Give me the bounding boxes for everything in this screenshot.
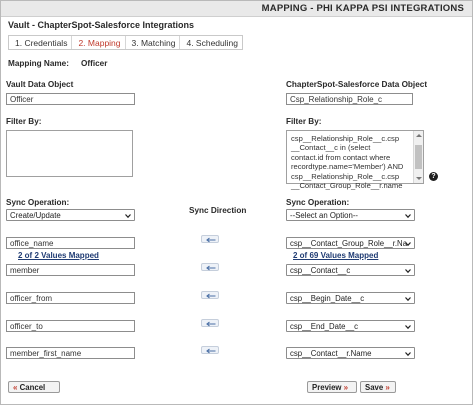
- salesforce-field-select[interactable]: csp__Contact_Group_Role__r.Na: [286, 237, 415, 249]
- arrow-left-icon: [206, 237, 216, 243]
- mapping-name-value: Officer: [81, 59, 108, 68]
- vault-field-input[interactable]: officer_to: [6, 320, 135, 332]
- cancel-button[interactable]: « Cancel: [8, 381, 60, 393]
- tab-credentials[interactable]: 1. Credentials: [9, 36, 73, 49]
- scroll-down-icon[interactable]: [416, 177, 422, 180]
- chevron-down-icon: [405, 325, 411, 330]
- arrow-left-icon: [206, 293, 216, 299]
- salesforce-data-object-label: ChapterSpot-Salesforce Data Object: [286, 80, 428, 89]
- salesforce-filter-text: csp__Relationship_Role__c.csp __Contact_…: [291, 134, 404, 191]
- save-label: Save: [365, 383, 384, 392]
- salesforce-sync-operation-label: Sync Operation:: [286, 198, 350, 207]
- sync-direction-button[interactable]: [201, 235, 219, 243]
- double-chevron-left-icon: «: [13, 383, 18, 392]
- vault-values-mapped-link[interactable]: 2 of 2 Values Mapped: [18, 251, 99, 260]
- chevron-down-icon: [405, 352, 411, 357]
- sync-direction-button[interactable]: [201, 346, 219, 354]
- arrow-left-icon: [206, 321, 216, 327]
- chevron-down-icon: [405, 269, 411, 274]
- vault-filter-label: Filter By:: [6, 117, 42, 126]
- tab-matching[interactable]: 3. Matching: [126, 36, 181, 49]
- save-button[interactable]: Save »: [360, 381, 396, 393]
- vault-field-input[interactable]: officer_from: [6, 292, 135, 304]
- sync-direction-button[interactable]: [201, 291, 219, 299]
- vault-field-input[interactable]: member: [6, 264, 135, 276]
- salesforce-sync-operation-select[interactable]: --Select an Option--: [286, 209, 415, 221]
- arrow-left-icon: [206, 348, 216, 354]
- salesforce-field-value: csp__Begin_Date__c: [290, 294, 365, 303]
- salesforce-data-object-field[interactable]: Csp_Relationship_Role_c: [286, 93, 413, 105]
- vault-field-input[interactable]: office_name: [6, 237, 135, 249]
- header-bar: MAPPING - PHI KAPPA PSI INTEGRATIONS: [1, 1, 472, 17]
- mapping-name-label: Mapping Name:: [8, 59, 69, 68]
- salesforce-field-value: csp__Contact_Group_Role__r.Na: [290, 239, 408, 248]
- double-chevron-right-icon: »: [343, 383, 349, 392]
- salesforce-field-select[interactable]: csp__Contact__r.Name: [286, 347, 415, 359]
- arrow-left-icon: [206, 265, 216, 271]
- double-chevron-right-icon: »: [385, 383, 390, 392]
- vault-field-input[interactable]: member_first_name: [6, 347, 135, 359]
- filter-scrollbar[interactable]: [413, 131, 423, 183]
- panel-title: Vault - ChapterSpot-Salesforce Integrati…: [8, 20, 195, 30]
- vault-sync-operation-label: Sync Operation:: [6, 198, 70, 207]
- vault-sync-operation-value: Create/Update: [10, 211, 61, 220]
- vault-data-object-label: Vault Data Object: [6, 80, 74, 89]
- page-title: MAPPING - PHI KAPPA PSI INTEGRATIONS: [261, 3, 464, 14]
- sync-direction-button[interactable]: [201, 263, 219, 271]
- tab-mapping[interactable]: 2. Mapping: [72, 36, 126, 49]
- salesforce-field-value: csp__Contact__c: [290, 266, 351, 275]
- chevron-down-icon: [125, 214, 131, 219]
- help-icon[interactable]: ?: [429, 172, 438, 181]
- chevron-down-icon: [405, 297, 411, 302]
- salesforce-sync-operation-value: --Select an Option--: [290, 211, 359, 220]
- wizard-tabs: 1. Credentials 2. Mapping 3. Matching 4.…: [8, 35, 243, 50]
- scroll-thumb[interactable]: [415, 145, 422, 169]
- salesforce-filter-label: Filter By:: [286, 117, 322, 126]
- tab-scheduling[interactable]: 4. Scheduling: [180, 36, 242, 49]
- preview-button[interactable]: Preview »: [307, 381, 357, 393]
- salesforce-filter-textarea[interactable]: csp__Relationship_Role__c.csp __Contact_…: [286, 130, 424, 190]
- chevron-down-icon: [405, 242, 411, 247]
- window-frame: [0, 0, 473, 405]
- vault-data-object-field[interactable]: Officer: [6, 93, 135, 105]
- salesforce-field-select[interactable]: csp__End_Date__c: [286, 320, 415, 332]
- salesforce-values-mapped-link[interactable]: 2 of 69 Values Mapped: [293, 251, 378, 260]
- cancel-label: Cancel: [19, 383, 46, 392]
- salesforce-field-value: csp__Contact__r.Name: [290, 349, 372, 358]
- salesforce-field-select[interactable]: csp__Begin_Date__c: [286, 292, 415, 304]
- salesforce-field-select[interactable]: csp__Contact__c: [286, 264, 415, 276]
- vault-filter-textarea[interactable]: [6, 130, 133, 177]
- scroll-up-icon[interactable]: [416, 134, 422, 137]
- chevron-down-icon: [405, 214, 411, 219]
- salesforce-field-value: csp__End_Date__c: [290, 322, 359, 331]
- preview-label: Preview: [312, 383, 342, 392]
- sync-direction-button[interactable]: [201, 319, 219, 327]
- vault-sync-operation-select[interactable]: Create/Update: [6, 209, 135, 221]
- sync-direction-label: Sync Direction: [189, 206, 247, 215]
